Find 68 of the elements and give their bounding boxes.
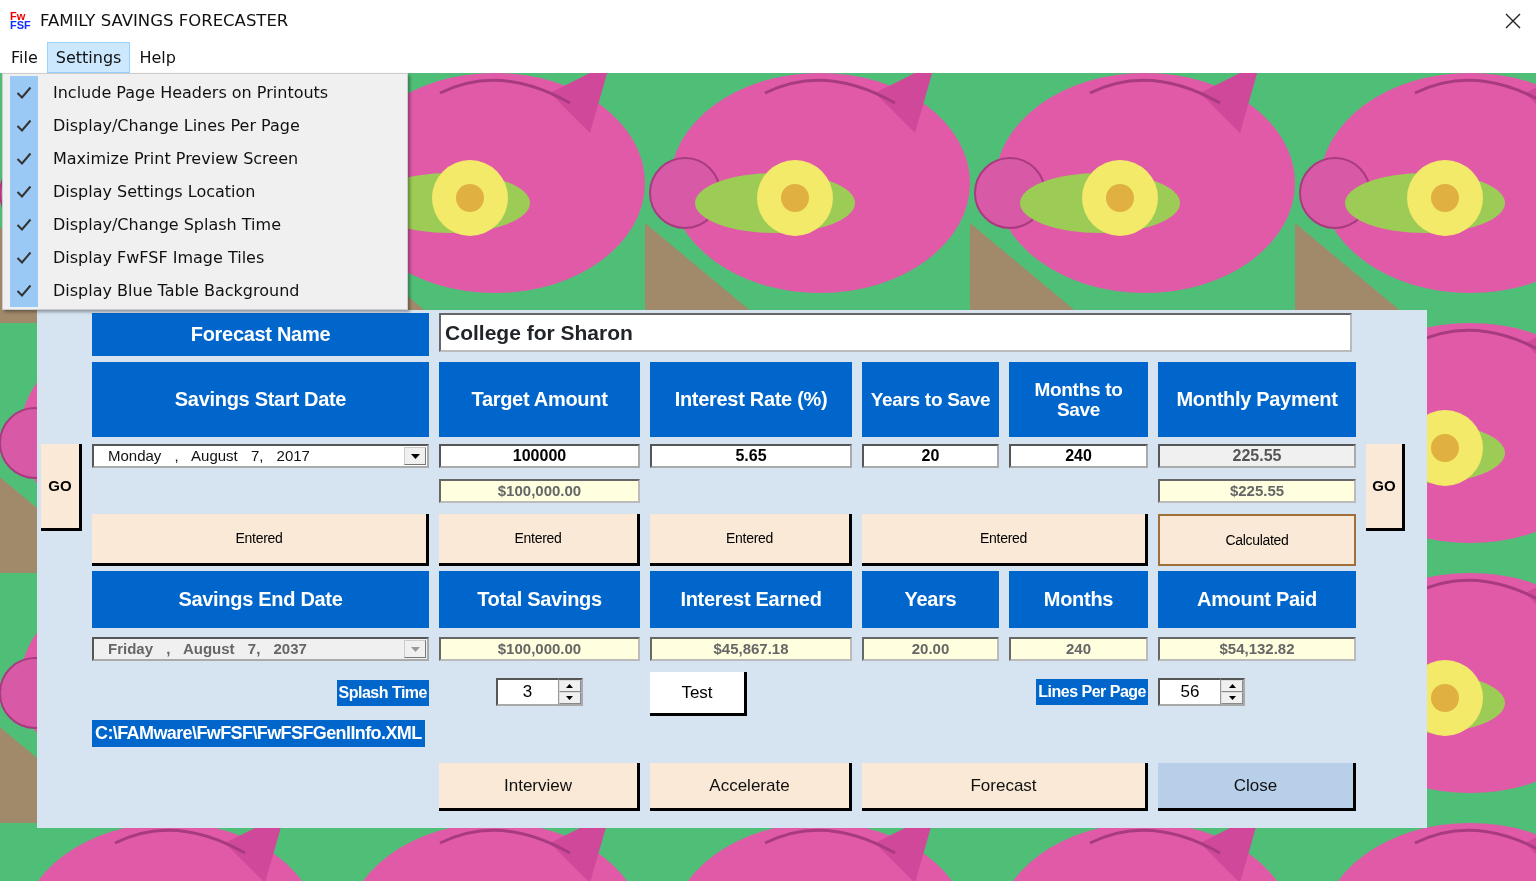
value-field[interactable]: 5.65 xyxy=(650,444,852,468)
splash-time-label: Splash Time xyxy=(336,680,429,706)
action-button[interactable]: Accelerate xyxy=(650,763,852,811)
spin-down-button[interactable] xyxy=(558,692,581,704)
app-logo: Fw FSF xyxy=(10,11,32,31)
column-header: Interest Rate (%) xyxy=(650,362,852,437)
column-header: Savings Start Date xyxy=(92,362,429,437)
date-dropdown[interactable]: Monday , August 7, 2017 xyxy=(92,444,429,468)
spin-up-button[interactable] xyxy=(558,680,581,692)
result-value: $54,132.82 xyxy=(1158,637,1356,661)
caret-icon xyxy=(410,453,420,459)
result-value: 20.00 xyxy=(862,637,999,661)
close-icon xyxy=(1505,13,1521,29)
file-path-label: C:\FAMware\FwFSF\FwFSFGenlInfo.XML xyxy=(92,720,425,747)
spin-up-button[interactable] xyxy=(1221,680,1243,692)
action-button[interactable]: Forecast xyxy=(862,763,1148,811)
go-button[interactable]: GO xyxy=(1366,444,1405,531)
column-header: Savings End Date xyxy=(92,571,429,628)
status-button[interactable]: Entered xyxy=(650,514,852,566)
spin-down-button[interactable] xyxy=(1221,692,1243,704)
menu-option[interactable]: Include Page Headers on Printouts xyxy=(53,80,329,105)
menu-item[interactable]: Settings xyxy=(46,42,131,73)
menu-option[interactable]: Display/Change Lines Per Page xyxy=(53,113,300,138)
window-title: FAMILY SAVINGS FORECASTER xyxy=(40,9,289,32)
splash-time-spinner[interactable]: 3 xyxy=(495,678,558,706)
menu-option[interactable]: Display Blue Table Background xyxy=(53,278,300,303)
column-header: Years xyxy=(862,571,999,628)
forecast-name-label: Forecast Name xyxy=(92,313,429,356)
down-arrow-icon xyxy=(1228,696,1236,700)
caret-icon xyxy=(410,646,420,652)
date-dropdown[interactable]: Friday , August 7, 2037 xyxy=(92,637,429,661)
column-header: Months xyxy=(1009,571,1148,628)
formatted-value: $100,000.00 xyxy=(439,479,640,503)
status-button[interactable]: Entered xyxy=(862,514,1148,566)
menu-item[interactable]: File xyxy=(2,42,47,73)
formatted-value: $225.55 xyxy=(1158,479,1356,503)
value-field: 225.55 xyxy=(1158,444,1356,468)
value-field[interactable]: 240 xyxy=(1009,444,1148,468)
column-header: Total Savings xyxy=(439,571,640,628)
result-value: $100,000.00 xyxy=(439,637,640,661)
menu-option[interactable]: Maximize Print Preview Screen xyxy=(53,146,299,171)
status-button[interactable]: Entered xyxy=(439,514,640,566)
column-header: Target Amount xyxy=(439,362,640,437)
column-header: Months to Save xyxy=(1009,362,1148,437)
value-field[interactable]: 100000 xyxy=(439,444,640,468)
forecast-name-field[interactable]: College for Sharon xyxy=(439,313,1352,352)
column-header: Monthly Payment xyxy=(1158,362,1356,437)
action-button[interactable]: Close xyxy=(1158,763,1356,811)
value-field[interactable]: 20 xyxy=(862,444,999,468)
column-header: Interest Earned xyxy=(650,571,852,628)
menu-option[interactable]: Display/Change Splash Time xyxy=(53,212,281,237)
lines-per-page-spinner[interactable]: 56 xyxy=(1158,678,1220,706)
up-arrow-icon xyxy=(1228,684,1236,688)
column-header: Amount Paid xyxy=(1158,571,1356,628)
up-arrow-icon xyxy=(566,684,573,688)
down-arrow-icon xyxy=(566,696,573,700)
go-button[interactable]: GO xyxy=(41,444,82,531)
result-value: 240 xyxy=(1009,637,1148,661)
menu-item[interactable]: Help xyxy=(130,42,185,73)
status-button[interactable]: Calculated xyxy=(1158,514,1356,566)
column-header: Years to Save xyxy=(862,362,999,437)
action-button[interactable]: Interview xyxy=(439,763,640,811)
test-button[interactable]: Test xyxy=(650,672,747,716)
lines-per-page-label: Lines Per Page xyxy=(1036,679,1148,705)
status-button[interactable]: Entered xyxy=(92,514,429,566)
menu-option[interactable]: Display FwFSF Image Tiles xyxy=(53,245,265,270)
menu-option[interactable]: Display Settings Location xyxy=(53,179,256,204)
result-value: $45,867.18 xyxy=(650,637,852,661)
